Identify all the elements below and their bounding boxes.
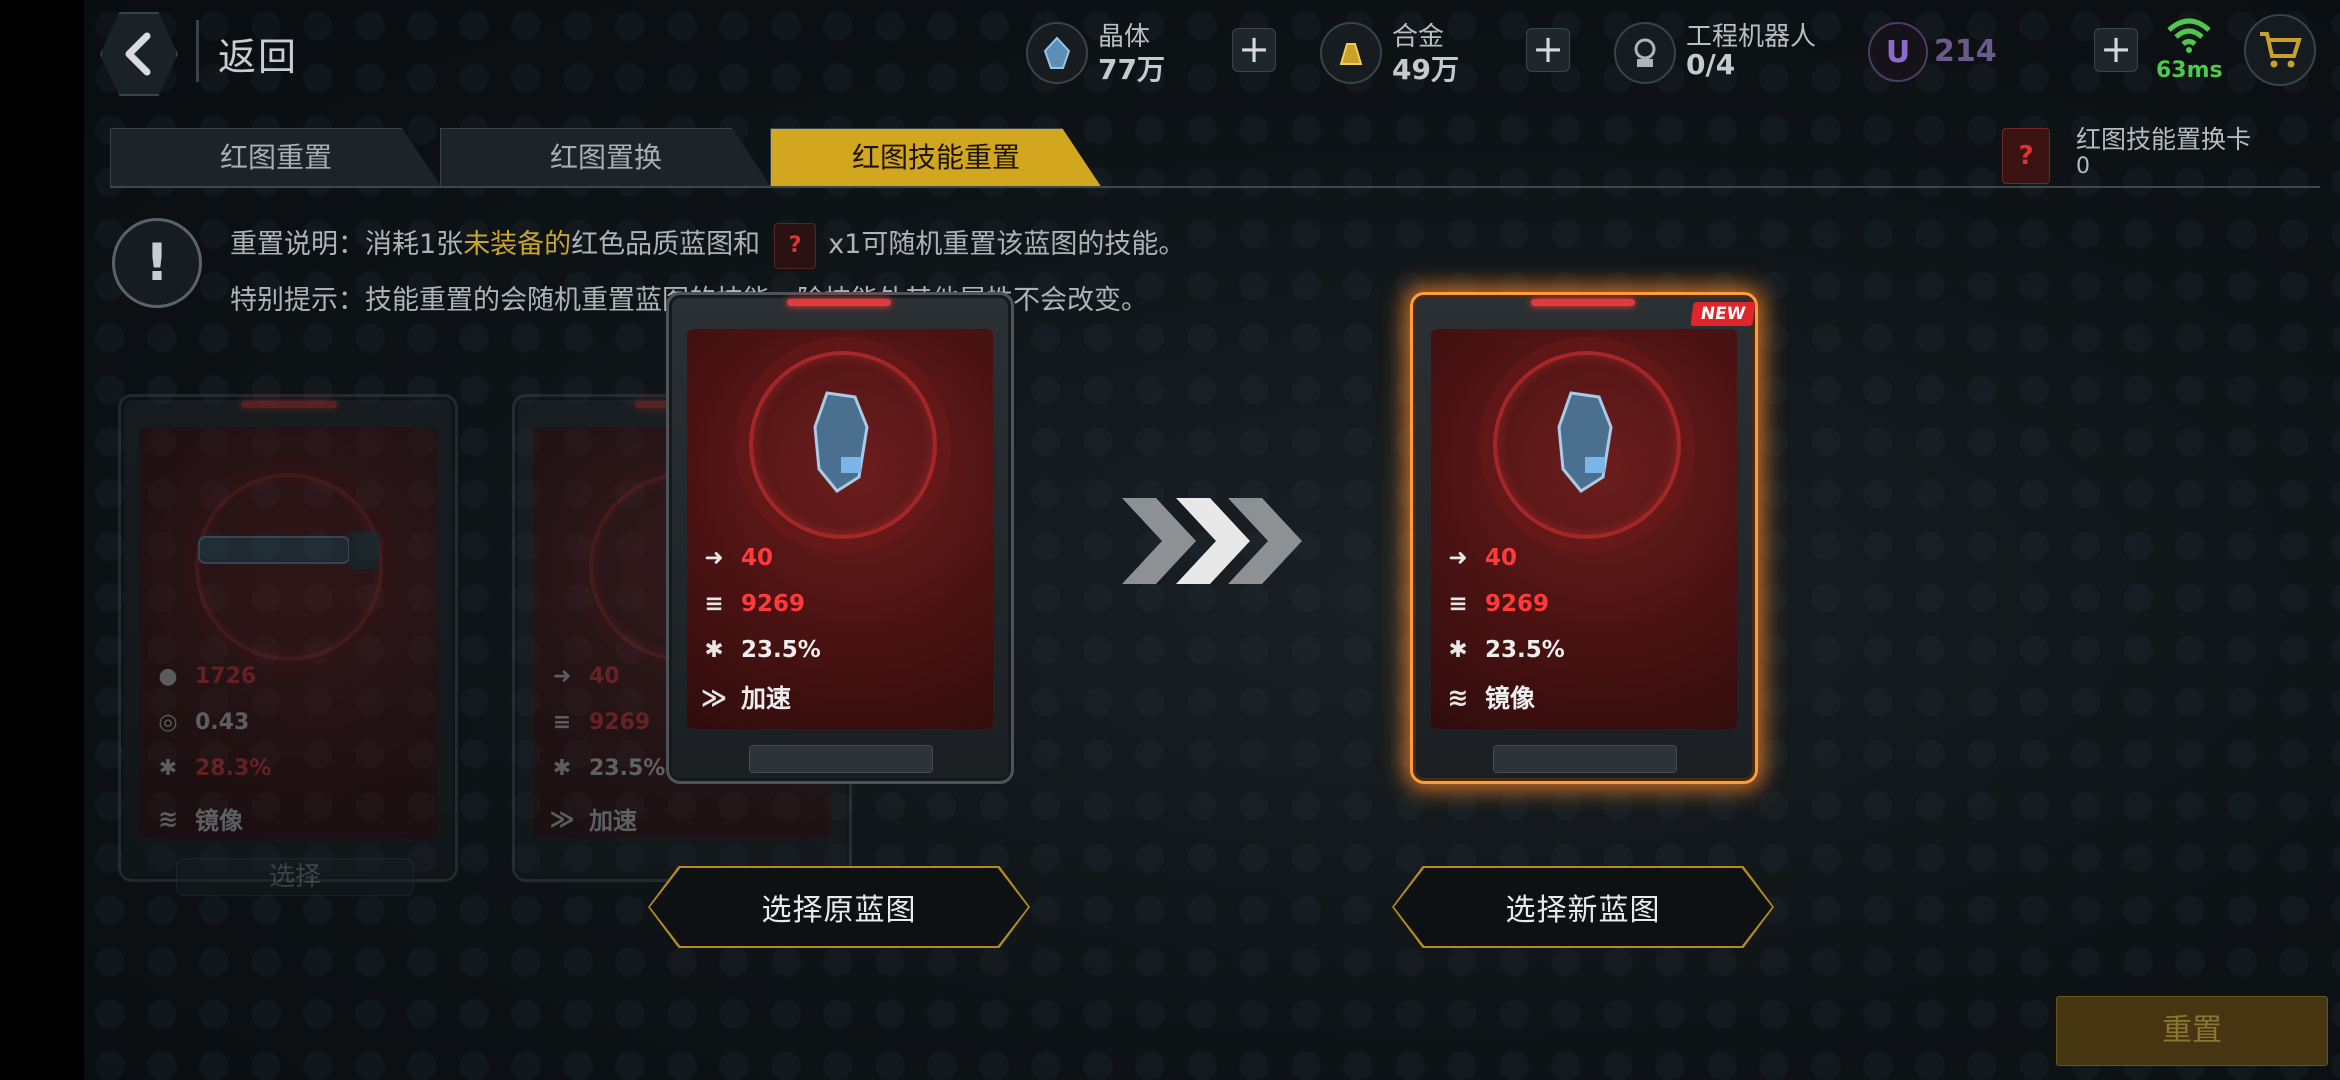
stat-value: 0.43 — [195, 709, 250, 735]
stat-value: 9269 — [589, 709, 651, 735]
original-blueprint-card[interactable]: ➜ 40 ≡ 9269 ✱ 23.5% ≫ 加速 — [666, 292, 1014, 784]
cannon-icon — [198, 531, 379, 569]
back-label[interactable]: 返回 — [218, 26, 298, 81]
accelerate-skill-icon: ≫ — [700, 682, 728, 712]
crystal-value: 77万 — [1098, 53, 1165, 86]
shop-cart-button[interactable] — [2244, 14, 2316, 86]
skill-name: 加速 — [589, 807, 637, 835]
reset-button[interactable]: 重置 — [2056, 996, 2328, 1066]
wifi-icon — [2167, 18, 2211, 53]
u-currency-value: 214 — [1934, 34, 1997, 69]
robot-value: 0/4 — [1686, 48, 1736, 81]
tab-underline — [110, 186, 2320, 188]
power-icon: ≡ — [1448, 591, 1468, 617]
speed-icon: ➜ — [1448, 545, 1468, 571]
speed-value: 40 — [741, 545, 774, 571]
network-status: 63ms — [2150, 14, 2230, 86]
power-value: 9269 — [741, 591, 806, 617]
crit-value: 23.5% — [741, 637, 821, 663]
blueprint-list-card[interactable]: ● 1726 ◎ 0.43 ✱ 28.3% ≋ 镜像 — [118, 394, 458, 882]
speed-icon: ➜ — [552, 663, 572, 689]
crit-icon: ✱ — [552, 755, 572, 781]
card-base-plate — [749, 745, 933, 773]
power-value: 9269 — [1485, 591, 1550, 617]
divider — [196, 20, 199, 82]
card-base-plate — [1493, 745, 1677, 773]
resource-icon: ● — [158, 663, 178, 689]
power-icon: ≡ — [552, 709, 572, 735]
back-button[interactable] — [100, 12, 178, 96]
mech-part-icon — [813, 391, 869, 493]
skill-reset-card-icon: ? — [2002, 128, 2050, 184]
transform-arrows-icon — [1122, 498, 1302, 584]
power-icon: ≡ — [704, 591, 724, 617]
skill-name: 镜像 — [1485, 684, 1536, 713]
tab-red-reset[interactable]: 红图重置 — [110, 128, 442, 188]
skill-name: 镜像 — [195, 807, 243, 835]
chevron-left-icon — [125, 32, 151, 76]
stat-value: 1726 — [195, 663, 257, 689]
speed-icon: ➜ — [704, 545, 724, 571]
reset-card-mini-icon: ? — [774, 222, 817, 269]
new-badge: NEW — [1690, 302, 1756, 326]
select-original-blueprint-button[interactable]: 选择原蓝图 — [648, 866, 1030, 948]
crit-icon: ✱ — [704, 637, 724, 663]
crit-icon: ✱ — [1448, 637, 1468, 663]
ping-value: 63ms — [2156, 58, 2223, 83]
unequipped-highlight: 未装备的 — [463, 229, 572, 260]
crit-value: 23.5% — [1485, 637, 1565, 663]
cart-icon — [2260, 32, 2302, 68]
stat-value: 40 — [589, 663, 620, 689]
u-currency-icon: U — [1868, 22, 1928, 82]
stat-value: 28.3% — [195, 755, 272, 781]
speed-value: 40 — [1485, 545, 1518, 571]
stat-value: 23.5% — [589, 755, 666, 781]
mech-part-icon — [1557, 391, 1613, 493]
add-crystal-button[interactable]: + — [1232, 28, 1276, 72]
skill-reset-card-label: 红图技能置换卡 — [2076, 125, 2252, 154]
crystal-icon — [1026, 22, 1088, 84]
skill-icon: ≋ — [157, 804, 179, 833]
tab-red-skill-reset[interactable]: 红图技能重置 — [770, 128, 1102, 188]
skill-reset-card-count: 0 — [2076, 154, 2090, 179]
top-bar: 返回 晶体 77万 + 合金 49万 + 工程机器人 0/4 U 214 + 6… — [0, 0, 2340, 110]
mirror-skill-icon: ≋ — [1447, 682, 1469, 712]
tab-red-swap[interactable]: 红图置换 — [440, 128, 772, 188]
skill-name: 加速 — [741, 684, 792, 713]
skill-icon: ≫ — [549, 804, 575, 833]
select-button[interactable]: 选择 — [176, 858, 414, 896]
alloy-icon — [1320, 22, 1382, 84]
robot-icon — [1614, 22, 1676, 84]
alloy-value: 49万 — [1392, 53, 1459, 86]
info-icon: ! — [112, 218, 202, 308]
rate-icon: ◎ — [158, 709, 178, 735]
crit-icon: ✱ — [158, 755, 178, 781]
reset-instructions: 重置说明：消耗1张未装备的红色品质蓝图和? x1可随机重置该蓝图的技能。 — [230, 222, 1185, 269]
new-blueprint-card[interactable]: ➜ 40 ≡ 9269 ✱ 23.5% ≋ 镜像 — [1410, 292, 1758, 784]
add-u-currency-button[interactable]: + — [2094, 28, 2138, 72]
add-alloy-button[interactable]: + — [1526, 28, 1570, 72]
select-new-blueprint-button[interactable]: 选择新蓝图 — [1392, 866, 1774, 948]
